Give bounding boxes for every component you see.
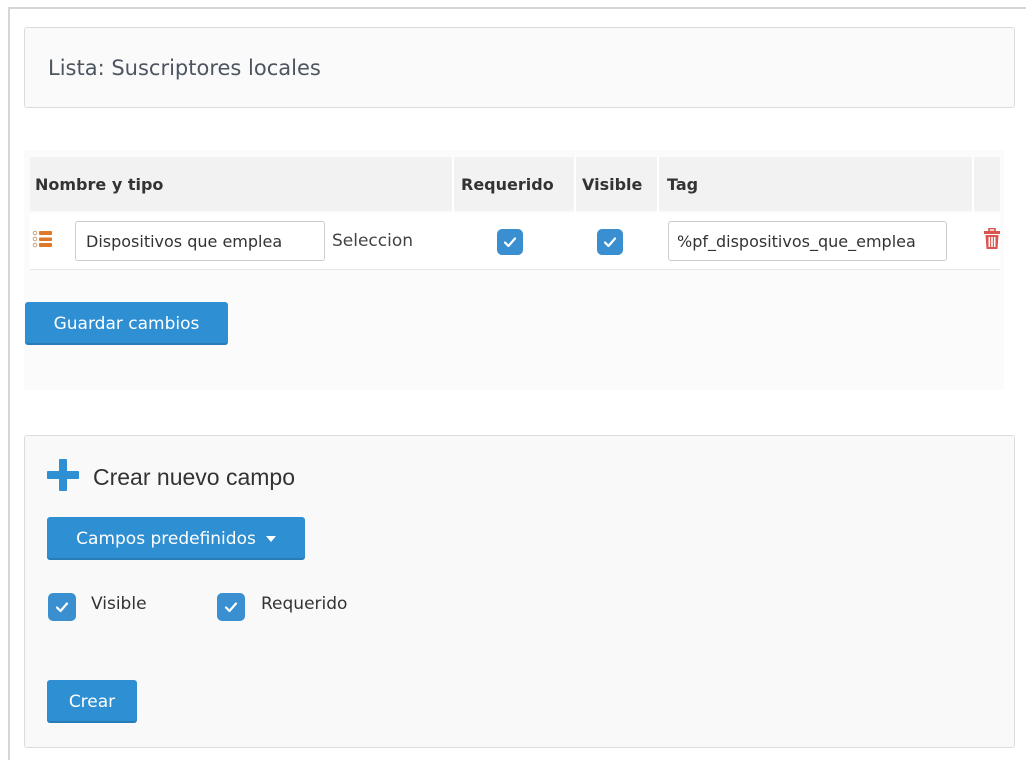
field-type-label: Seleccion <box>332 231 414 251</box>
new-required-label: Requerido <box>261 594 348 614</box>
predefined-fields-dropdown[interactable]: Campos predefinidos <box>47 517 305 560</box>
column-divider <box>972 157 974 269</box>
column-divider <box>452 157 454 269</box>
row-required-checkbox[interactable] <box>497 229 523 255</box>
new-visible-checkbox[interactable] <box>48 593 76 621</box>
header-tag: Tag <box>667 175 699 194</box>
check-icon <box>224 602 238 613</box>
page-title: Lista: Suscriptores locales <box>48 56 321 80</box>
save-changes-button[interactable]: Guardar cambios <box>25 302 228 345</box>
check-icon <box>55 602 69 613</box>
column-divider <box>657 157 659 269</box>
check-icon <box>503 237 517 248</box>
drag-handle-icon[interactable] <box>32 229 52 249</box>
header-visible: Visible <box>582 175 643 194</box>
header-name-type: Nombre y tipo <box>35 175 164 194</box>
row-visible-checkbox[interactable] <box>597 229 623 255</box>
trash-icon[interactable] <box>983 228 1001 250</box>
check-icon <box>603 237 617 248</box>
field-tag-input[interactable] <box>668 221 947 261</box>
predefined-fields-label: Campos predefinidos <box>76 528 256 549</box>
caret-down-icon <box>265 535 276 542</box>
field-name-input[interactable] <box>75 221 325 261</box>
new-visible-label: Visible <box>91 594 147 614</box>
create-button[interactable]: Crear <box>47 680 137 723</box>
header-required: Requerido <box>461 175 554 194</box>
column-divider <box>574 157 576 269</box>
plus-icon <box>47 459 79 491</box>
new-required-checkbox[interactable] <box>217 593 245 621</box>
create-field-title: Crear nuevo campo <box>93 464 295 490</box>
list-title-panel: Lista: Suscriptores locales <box>24 27 1015 108</box>
